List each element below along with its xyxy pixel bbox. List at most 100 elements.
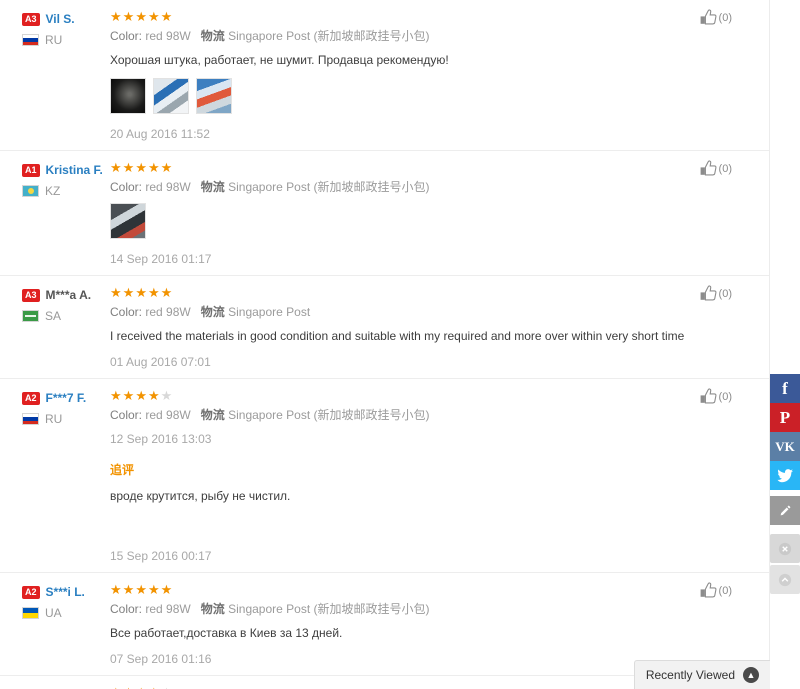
star-icon: ★ xyxy=(135,160,148,175)
review-attributes: Color: red 98W 物流 Singapore Post (新加坡邮政挂… xyxy=(110,408,760,423)
star-icon: ★ xyxy=(123,685,136,689)
helpful-button[interactable]: (0) xyxy=(698,284,732,304)
star-icon: ★ xyxy=(110,388,123,403)
review-list: A3 Vil S. RU ★★★★★ Color: red 98W 物流 Singapo… xyxy=(0,0,770,689)
logistics-label: 物流 xyxy=(200,180,225,194)
followup-review-title: 追评 xyxy=(110,463,135,477)
review-date: 01 Aug 2016 07:01 xyxy=(110,355,211,369)
pinterest-share-button[interactable]: P xyxy=(770,403,800,432)
helpful-button[interactable]: (0) xyxy=(698,159,732,179)
twitter-share-button[interactable] xyxy=(770,461,800,490)
helpful-count: (0) xyxy=(718,288,732,300)
scroll-to-top-button[interactable] xyxy=(770,565,800,594)
reviewer-level-badge: A2 xyxy=(22,391,40,405)
thumbs-up-icon xyxy=(700,582,717,598)
review-item: A2 F***7 F. RU ★★★★★ Color: red 98W 物流 Singa… xyxy=(0,379,770,573)
reviewer-name-row: A3 Vil S. xyxy=(22,12,110,26)
review-item: A3 M***a A. SA ★★★★★ Color: red 98W 物流 Singa… xyxy=(0,276,770,379)
review-photo-thumbnail[interactable] xyxy=(153,78,189,114)
star-rating: ★★★★★ xyxy=(110,285,760,300)
star-icon: ★ xyxy=(110,582,123,597)
facebook-icon: f xyxy=(782,379,788,398)
color-label: Color: xyxy=(110,408,143,422)
star-icon: ★ xyxy=(110,285,123,300)
country-code: UA xyxy=(45,606,62,620)
thumbs-up-icon xyxy=(700,160,717,176)
feedback-edit-button[interactable] xyxy=(770,496,800,525)
review-text: Хорошая штука, работает, не шумит. Прода… xyxy=(110,53,449,67)
chevron-up-icon: ▲ xyxy=(743,667,759,683)
reviewer-country-row: UA xyxy=(22,606,110,620)
helpful-button[interactable]: (0) xyxy=(698,8,732,28)
reviewer-name-row: A1 Kristina F. xyxy=(22,163,110,177)
reviewer-name-row: A3 M***a A. xyxy=(22,288,110,302)
followup-review-date: 15 Sep 2016 00:17 xyxy=(110,549,212,563)
followup-spacer xyxy=(110,514,760,548)
star-icon: ★ xyxy=(135,9,148,24)
review-item: A3 Vil S. RU ★★★★★ Color: red 98W 物流 Singapo… xyxy=(0,0,770,151)
review-item: A1 Kristina F. KZ ★★★★★ Color: red 98W 物流 Si… xyxy=(0,151,770,276)
review-photo-thumbnail[interactable] xyxy=(196,78,232,114)
review-photo-thumbnail[interactable] xyxy=(110,78,146,114)
star-rating: ★★★★★ xyxy=(110,9,760,24)
facebook-share-button[interactable]: f xyxy=(770,374,800,403)
review-attributes: Color: red 98W 物流 Singapore Post (新加坡邮政挂… xyxy=(110,180,760,195)
recently-viewed-bar[interactable]: Recently Viewed ▲ xyxy=(633,660,770,689)
star-icon: ★ xyxy=(110,685,123,689)
helpful-count: (0) xyxy=(718,585,732,597)
country-code: RU xyxy=(45,412,63,426)
reviewer-username[interactable]: S***i L. xyxy=(46,585,85,599)
star-icon: ★ xyxy=(160,388,174,403)
review-text: Все работает,доставка в Киев за 13 дней. xyxy=(110,626,343,640)
vk-share-button[interactable]: VK xyxy=(770,432,800,461)
reviewer-level-badge: A3 xyxy=(22,288,40,302)
logistics-label: 物流 xyxy=(200,602,225,616)
review-attributes: Color: red 98W 物流 Singapore Post (新加坡邮政挂… xyxy=(110,602,760,617)
star-icon: ★ xyxy=(147,9,161,24)
reviewer-username[interactable]: Vil S. xyxy=(46,12,75,26)
country-code: RU xyxy=(45,33,63,47)
review-date: 12 Sep 2016 13:03 xyxy=(110,432,212,446)
review-photo-list xyxy=(110,203,760,239)
logistics-value: Singapore Post (新加坡邮政挂号小包) xyxy=(228,180,430,194)
star-icon: ★ xyxy=(147,285,161,300)
reviewer-info: A3 Vil S. RU xyxy=(0,8,110,150)
twitter-bird-icon xyxy=(777,468,793,482)
star-icon: ★ xyxy=(110,9,123,24)
color-label: Color: xyxy=(110,29,143,43)
reviewer-info: A4R***o W.CN xyxy=(0,684,110,689)
reviewer-username[interactable]: Kristina F. xyxy=(46,163,103,177)
reviewer-info: A3 M***a A. SA xyxy=(0,284,110,378)
star-icon: ★ xyxy=(122,285,136,300)
thumbs-up-icon xyxy=(700,9,717,25)
color-value: red 98W xyxy=(145,602,191,616)
helpful-button[interactable]: (0) xyxy=(698,581,732,601)
reviewer-username[interactable]: F***7 F. xyxy=(46,391,87,405)
pinterest-icon: P xyxy=(779,408,791,427)
review-photo-thumbnail[interactable] xyxy=(110,203,146,239)
star-icon: ★ xyxy=(135,285,148,300)
review-date: 20 Aug 2016 11:52 xyxy=(110,127,210,141)
logistics-value: Singapore Post (新加坡邮政挂号小包) xyxy=(228,29,430,43)
logistics-label: 物流 xyxy=(200,29,225,43)
reviewer-info: A2 S***i L. UA xyxy=(0,581,110,675)
star-icon: ★ xyxy=(122,160,136,175)
recently-viewed-label: Recently Viewed xyxy=(645,668,735,682)
helpful-button[interactable]: (0) xyxy=(698,387,732,407)
reviewer-username[interactable]: M***a A. xyxy=(46,288,92,302)
thumbs-up-icon xyxy=(700,388,717,404)
color-value: red 98W xyxy=(145,305,191,319)
reviewer-level-badge: A2 xyxy=(22,585,40,599)
reviewer-country-row: RU xyxy=(22,412,110,426)
reviewer-level-badge: A3 xyxy=(22,12,40,26)
review-body: ★★★★★ Color: red 98W 物流 Singapore Post (新… xyxy=(110,8,770,150)
review-attributes: Color: red 98W 物流 Singapore Post xyxy=(110,305,760,320)
reviewer-name-row: A2 S***i L. xyxy=(22,585,110,599)
color-value: red 98W xyxy=(145,180,191,194)
logistics-label: 物流 xyxy=(200,408,225,422)
logistics-value: Singapore Post xyxy=(228,305,311,319)
reviews-page: A3 Vil S. RU ★★★★★ Color: red 98W 物流 Singapo… xyxy=(0,0,800,689)
chevron-up-icon xyxy=(778,573,792,586)
close-rail-button[interactable] xyxy=(770,534,800,563)
color-label: Color: xyxy=(110,180,143,194)
